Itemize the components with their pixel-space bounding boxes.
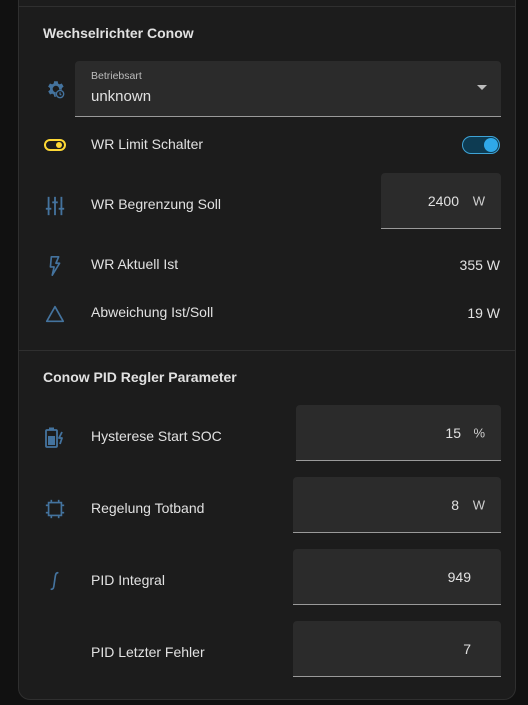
section-divider [19, 350, 515, 351]
flash-outline-icon [43, 254, 67, 278]
deadband-unit: W [472, 497, 485, 512]
deadband-label: Regelung Totband [91, 500, 205, 516]
hysteresis-label: Hysterese Start SOC [91, 428, 222, 444]
integral-label: PID Integral [91, 572, 165, 588]
toggle-switch-icon [43, 133, 67, 157]
top-divider [19, 6, 515, 7]
hysteresis-value: 15 [445, 424, 461, 441]
integral-input[interactable]: 949 [293, 549, 501, 605]
limit-switch-label: WR Limit Schalter [91, 136, 204, 152]
battery-charging-icon [43, 425, 67, 449]
deadband-value: 8 [451, 496, 459, 513]
selection-ellipse-icon [43, 497, 67, 521]
tune-vertical-icon [43, 194, 67, 218]
integral-icon [43, 569, 67, 593]
deviation-label: Abweichung Ist/Soll [91, 304, 214, 320]
last-error-input[interactable]: 7 [293, 621, 501, 677]
chevron-down-icon[interactable] [477, 85, 487, 90]
toggle-knob [484, 138, 498, 152]
hysteresis-input[interactable]: 15 % [296, 405, 501, 461]
current-power-value: 355 W [459, 257, 500, 273]
last-error-value: 7 [463, 640, 471, 657]
deviation-value: 19 W [467, 305, 500, 321]
limit-target-unit: W [472, 193, 485, 208]
section-title-inverter: Wechselrichter Conow [43, 25, 194, 41]
limit-target-input[interactable]: 2400 W [381, 173, 501, 229]
limit-target-label: WR Begrenzung Soll [91, 196, 221, 212]
integral-value: 949 [447, 568, 471, 585]
select-current-value: unknown [91, 88, 152, 105]
limit-switch-toggle[interactable] [462, 136, 500, 154]
operation-mode-select[interactable]: Betriebsart unknown [75, 61, 501, 117]
triangle-outline-icon [43, 302, 67, 326]
hysteresis-unit: % [473, 425, 485, 440]
limit-target-value: 2400 [427, 192, 459, 209]
select-floating-label: Betriebsart [91, 70, 142, 82]
cog-clock-icon [43, 77, 67, 101]
entities-card: Wechselrichter Conow Betriebsart unknown… [18, 0, 516, 700]
deadband-input[interactable]: 8 W [293, 477, 501, 533]
section-title-pid: Conow PID Regler Parameter [43, 369, 237, 385]
current-power-label: WR Aktuell Ist [91, 256, 179, 272]
last-error-label: PID Letzter Fehler [91, 644, 205, 660]
